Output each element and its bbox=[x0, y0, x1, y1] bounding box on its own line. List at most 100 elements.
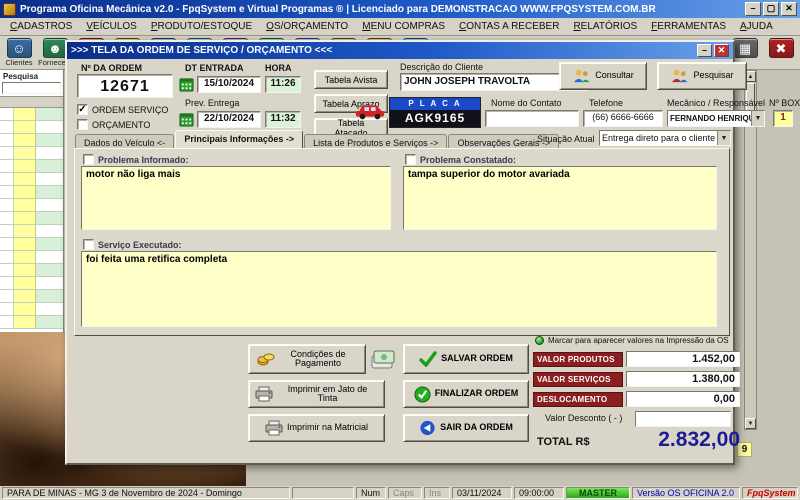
imprimir-matricial-button[interactable]: Imprimir na Matricial bbox=[248, 414, 385, 442]
entry-date-field[interactable]: 15/10/2024 bbox=[197, 76, 261, 93]
valor-produtos-field[interactable]: 1.452,00 bbox=[626, 351, 740, 367]
grid-cell bbox=[0, 121, 14, 133]
grid-cell bbox=[36, 264, 63, 276]
grid-cell bbox=[0, 160, 14, 172]
contact-field[interactable] bbox=[485, 110, 579, 127]
grid-row[interactable] bbox=[0, 121, 63, 134]
box-field[interactable]: 1 bbox=[773, 110, 793, 127]
problema-informado-memo[interactable]: motor não liga mais bbox=[81, 166, 391, 230]
servico-executado-label: Serviço Executado: bbox=[98, 239, 182, 250]
grid-row[interactable] bbox=[0, 225, 63, 238]
servico-executado-memo[interactable]: foi feita uma retifica completa bbox=[81, 251, 717, 327]
grid-row[interactable] bbox=[0, 316, 63, 329]
grid-row[interactable] bbox=[0, 199, 63, 212]
calendar-icon[interactable] bbox=[179, 112, 194, 127]
ordem-servico-checkbox[interactable]: ✓ ORDEM SERVIÇO bbox=[77, 104, 168, 115]
menu-item-8[interactable]: AJUDA bbox=[733, 19, 780, 34]
tab-principais-informacoes[interactable]: Principais Informações -> bbox=[175, 130, 304, 148]
grid-row[interactable] bbox=[0, 290, 63, 303]
menu-item-5[interactable]: CONTAS A RECEBER bbox=[452, 19, 566, 34]
delivery-date-field[interactable]: 22/10/2024 bbox=[197, 111, 261, 128]
close-button[interactable]: ✕ bbox=[781, 2, 797, 16]
grid-cell bbox=[36, 225, 63, 237]
imprimir-jato-button[interactable]: Imprimir em Jato de Tinta bbox=[248, 380, 385, 408]
pesquisar-button[interactable]: Pesquisar bbox=[657, 62, 747, 90]
salvar-ordem-label: SALVAR ORDEM bbox=[441, 353, 513, 364]
tabela-avista-button[interactable]: Tabela Avista bbox=[314, 70, 388, 89]
minimize-button[interactable]: – bbox=[745, 2, 761, 16]
problema-constatado-memo[interactable]: tampa superior do motor avariada bbox=[403, 166, 717, 230]
menu-item-3[interactable]: OS/ORÇAMENTO bbox=[259, 19, 355, 34]
delivery-time-field[interactable]: 11:32 bbox=[265, 111, 301, 128]
service-order-dialog: >>> TELA DA ORDEM DE SERVIÇO / ORÇAMENTO… bbox=[65, 40, 800, 465]
menu-item-1[interactable]: VEÍCULOS bbox=[79, 19, 144, 34]
status-num: Num bbox=[356, 487, 386, 499]
grid-row[interactable] bbox=[0, 173, 63, 186]
search-input[interactable] bbox=[2, 82, 61, 94]
deslocamento-field[interactable]: 0,00 bbox=[626, 391, 740, 407]
grid-row[interactable] bbox=[0, 160, 63, 173]
dt-entrada-label: DT ENTRADA bbox=[185, 63, 244, 73]
salvar-ordem-button[interactable]: SALVAR ORDEM bbox=[403, 344, 529, 374]
mechanic-value: FERNANDO HENRIQUE bbox=[670, 114, 751, 123]
imprimir-matricial-label: Imprimir na Matricial bbox=[286, 422, 368, 433]
grid-cell bbox=[36, 251, 63, 263]
menu-item-0[interactable]: CADASTROS bbox=[3, 19, 79, 34]
grid-row[interactable] bbox=[0, 134, 63, 147]
situacao-combobox[interactable]: Entrega direto para o cliente ▼ bbox=[599, 130, 731, 146]
grid-row[interactable] bbox=[0, 186, 63, 199]
grid-cell bbox=[36, 277, 63, 289]
valor-servicos-field[interactable]: 1.380,00 bbox=[626, 371, 740, 387]
menu-item-6[interactable]: RELATÓRIOS bbox=[566, 19, 644, 34]
consultar-button[interactable]: Consultar bbox=[559, 62, 647, 90]
grid-cell bbox=[36, 108, 63, 120]
orcamento-checkbox[interactable]: ORÇAMENTO bbox=[77, 119, 150, 130]
checkbox-empty-icon bbox=[83, 154, 94, 165]
grid-cell bbox=[0, 277, 14, 289]
grid-cell bbox=[36, 316, 63, 328]
menu-item-2[interactable]: PRODUTO/ESTOQUE bbox=[144, 19, 259, 34]
grid-cell bbox=[36, 199, 63, 211]
grid-row[interactable] bbox=[0, 238, 63, 251]
checkbox-empty-icon bbox=[77, 119, 88, 130]
grid-row[interactable] bbox=[0, 303, 63, 316]
dialog-close-button[interactable]: ✕ bbox=[714, 44, 729, 57]
exit-arrow-icon bbox=[419, 420, 436, 436]
problema-informado-checkbox[interactable]: Problema Informado: bbox=[83, 154, 189, 165]
menu-item-7[interactable]: FERRAMENTAS bbox=[644, 19, 733, 34]
valor-desconto-field[interactable] bbox=[635, 411, 731, 427]
status-location: PARA DE MINAS - MG 3 de Novembro de 2024… bbox=[2, 487, 290, 499]
grid-row[interactable] bbox=[0, 264, 63, 277]
finalizar-ordem-button[interactable]: FINALIZAR ORDEM bbox=[403, 380, 529, 408]
grid-row[interactable] bbox=[0, 212, 63, 225]
chevron-down-icon[interactable]: ▼ bbox=[717, 131, 730, 145]
entry-time-field[interactable]: 11:26 bbox=[265, 76, 301, 93]
grid-cell bbox=[36, 121, 63, 133]
problema-informado-label: Problema Informado: bbox=[98, 154, 189, 165]
chevron-down-icon[interactable]: ▼ bbox=[751, 111, 764, 126]
calendar-icon[interactable] bbox=[179, 77, 194, 92]
scroll-down-icon[interactable]: ▼ bbox=[745, 418, 756, 429]
order-number-field[interactable]: 12671 bbox=[77, 74, 173, 98]
sair-ordem-button[interactable]: SAIR DA ORDEM bbox=[403, 414, 529, 442]
payment-cards-icon bbox=[370, 346, 396, 370]
toolbar-button-clientes[interactable]: ☺ Clientes bbox=[2, 37, 36, 67]
grid-row[interactable] bbox=[0, 108, 63, 121]
print-values-radio[interactable]: Marcar para aparecer valores na Impressã… bbox=[535, 336, 729, 345]
license-plate[interactable]: P L A C A AGK9165 bbox=[389, 97, 481, 128]
phone-field[interactable]: (66) 6666-6666 bbox=[583, 110, 663, 127]
grid-row[interactable] bbox=[0, 147, 63, 160]
grid-row[interactable] bbox=[0, 277, 63, 290]
status-spacer bbox=[292, 487, 354, 499]
dialog-titlebar[interactable]: >>> TELA DA ORDEM DE SERVIÇO / ORÇAMENTO… bbox=[67, 42, 733, 59]
grid-row[interactable] bbox=[0, 251, 63, 264]
menu-item-4[interactable]: MENU COMPRAS bbox=[355, 19, 452, 34]
maximize-button[interactable]: ▢ bbox=[763, 2, 779, 16]
status-version: Versão OS OFICINA 2.0 bbox=[632, 487, 740, 499]
condicoes-pagamento-button[interactable]: Condições de Pagamento bbox=[248, 344, 366, 374]
servico-executado-checkbox[interactable]: Serviço Executado: bbox=[83, 239, 182, 250]
mechanic-combobox[interactable]: FERNANDO HENRIQUE ▼ bbox=[667, 110, 765, 127]
problema-constatado-checkbox[interactable]: Problema Constatado: bbox=[405, 154, 516, 165]
dialog-minimize-button[interactable]: – bbox=[697, 44, 712, 57]
toolbar-button-sair[interactable]: ✖ bbox=[764, 37, 798, 67]
